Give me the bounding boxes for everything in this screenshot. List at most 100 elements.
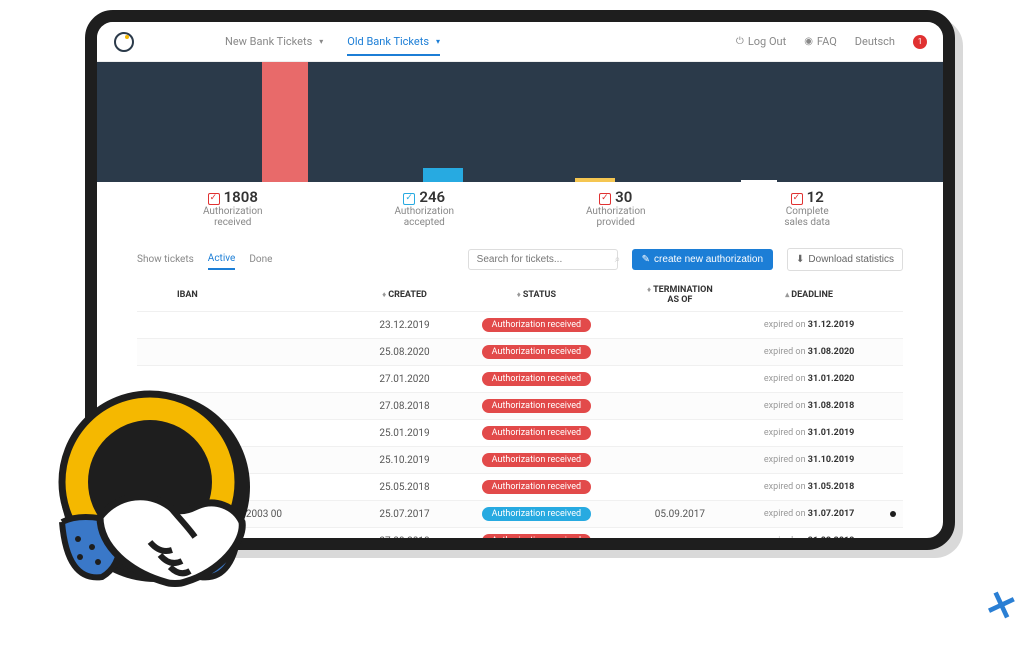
search-input-wrap[interactable]: ⌕ <box>468 249 618 270</box>
cell-termination: 05.09.2017 <box>625 501 736 528</box>
content-area: Show tickets Active Done ⌕ ✎ create new … <box>97 238 943 550</box>
col-deadline[interactable]: ▴DEADLINE <box>735 279 883 312</box>
stats-row: 1808 Authorization received 246 Authoriz… <box>97 182 943 238</box>
status-badge: Authorization received <box>482 372 591 386</box>
cell-status: Authorization received <box>448 501 624 528</box>
cell-status: Authorization received <box>448 366 624 393</box>
filter-bar: Show tickets Active Done ⌕ ✎ create new … <box>137 248 903 271</box>
stat-label: received <box>137 217 329 228</box>
stat-label: Complete <box>712 206 904 217</box>
stat-count: 246 <box>419 188 445 206</box>
cell-termination <box>625 312 736 339</box>
status-badge: Authorization received <box>482 345 591 359</box>
status-badge: Authorization received <box>482 453 591 467</box>
cell-iban <box>137 339 361 366</box>
stat-label: Authorization <box>520 206 712 217</box>
faq-label: FAQ <box>817 35 837 48</box>
cell-indicator <box>883 339 903 366</box>
cell-deadline: expired on 31.10.2019 <box>735 447 883 474</box>
table-row[interactable]: 25.05.2018Authorization received expired … <box>137 474 903 501</box>
search-input[interactable] <box>477 254 609 265</box>
cell-created: 25.05.2018 <box>361 474 448 501</box>
cell-status: Authorization received <box>448 312 624 339</box>
cell-created: 25.01.2019 <box>361 420 448 447</box>
tab-done[interactable]: Done <box>249 250 272 269</box>
cell-status: Authorization received <box>448 339 624 366</box>
cell-status: Authorization received <box>448 474 624 501</box>
status-badge: Authorization received <box>482 534 591 548</box>
top-navbar: New Bank Tickets Old Bank Tickets ⏻ Log … <box>97 22 943 62</box>
cell-termination <box>625 420 736 447</box>
stat-label: Authorization <box>137 206 329 217</box>
cell-termination <box>625 366 736 393</box>
cell-indicator <box>883 420 903 447</box>
cell-deadline: expired on 31.01.2020 <box>735 366 883 393</box>
stat-label: provided <box>520 217 712 228</box>
col-status[interactable]: ♦STATUS <box>448 279 624 312</box>
tickets-table: IBAN ♦CREATED ♦STATUS ♦TERMINATIONAS OF … <box>137 279 903 550</box>
cell-deadline: expired on 31.05.2018 <box>735 474 883 501</box>
checkbox-icon <box>403 193 415 205</box>
checkbox-icon <box>791 193 803 205</box>
cell-iban <box>137 474 361 501</box>
cell-termination <box>625 393 736 420</box>
cell-termination <box>625 528 736 551</box>
table-row[interactable]: 25.01.2019Authorization receivedexpired … <box>137 420 903 447</box>
status-badge: Authorization received <box>482 399 591 413</box>
cell-iban <box>137 312 361 339</box>
cell-indicator <box>883 528 903 551</box>
table-row[interactable]: 25.08.2020Authorization receivedexpired … <box>137 339 903 366</box>
tab-active[interactable]: Active <box>208 249 236 270</box>
camera-icon: ◉ <box>804 36 813 47</box>
download-statistics-button[interactable]: ⬇ Download statistics <box>787 248 903 271</box>
hero-chart <box>97 62 943 182</box>
faq-link[interactable]: ◉ FAQ <box>804 35 837 48</box>
cell-indicator <box>883 393 903 420</box>
search-icon: ⌕ <box>615 254 621 265</box>
table-row[interactable]: 25.10.2019Authorization receivedexpired … <box>137 447 903 474</box>
stat-count: 12 <box>807 188 824 206</box>
stat-label: sales data <box>712 217 904 228</box>
table-row[interactable]: 27.08.2018Authorization receivedexpired … <box>137 528 903 551</box>
cell-iban <box>137 447 361 474</box>
stat-accepted: 246 Authorization accepted <box>329 188 521 228</box>
table-row[interactable]: 27.08.2018Authorization receivedexpired … <box>137 393 903 420</box>
checkbox-icon <box>599 193 611 205</box>
sort-icon: ▴ <box>785 290 789 299</box>
cell-created: 27.08.2018 <box>361 393 448 420</box>
hero-bar-accepted <box>423 168 463 182</box>
cell-created: 25.07.2017 <box>361 501 448 528</box>
col-termination[interactable]: ♦TERMINATIONAS OF <box>625 279 736 312</box>
cell-status: Authorization received <box>448 528 624 551</box>
nav-new-bank-tickets[interactable]: New Bank Tickets <box>225 35 323 48</box>
create-btn-label: create new authorization <box>654 254 763 265</box>
stat-received: 1808 Authorization received <box>137 188 329 228</box>
notification-badge[interactable]: 1 <box>913 35 927 49</box>
row-indicator-icon <box>890 511 896 517</box>
cell-deadline: expired on 31.07.2017 <box>735 501 883 528</box>
col-created[interactable]: ♦CREATED <box>361 279 448 312</box>
language-switch[interactable]: Deutsch <box>855 35 895 48</box>
col-iban[interactable]: IBAN <box>137 279 361 312</box>
nav-old-bank-tickets[interactable]: Old Bank Tickets <box>347 35 440 56</box>
cell-created: 27.01.2020 <box>361 366 448 393</box>
table-row[interactable]: 23.12.2019Authorization receivedexpired … <box>137 312 903 339</box>
cell-iban <box>137 393 361 420</box>
cell-termination <box>625 447 736 474</box>
cell-indicator <box>883 474 903 501</box>
hero-bar-provided <box>575 178 615 182</box>
table-row[interactable]: DE77 5003 3300 0100 2003 0025.07.2017Aut… <box>137 501 903 528</box>
logout-link[interactable]: ⏻ Log Out <box>736 35 786 48</box>
stat-provided: 30 Authorization provided <box>520 188 712 228</box>
create-authorization-button[interactable]: ✎ create new authorization <box>632 249 773 270</box>
stat-complete: 12 Complete sales data <box>712 188 904 228</box>
stat-count: 30 <box>615 188 632 206</box>
cell-indicator <box>883 447 903 474</box>
table-row[interactable]: 27.01.2020 Authorization received expired … <box>137 366 903 393</box>
device-frame: New Bank Tickets Old Bank Tickets ⏻ Log … <box>85 10 955 550</box>
cell-created: 27.08.2018 <box>361 528 448 551</box>
cell-status: Authorization received <box>448 420 624 447</box>
stat-label: accepted <box>329 217 521 228</box>
stat-count: 1808 <box>224 188 258 206</box>
plus-decoration: ✕ <box>980 581 1023 631</box>
